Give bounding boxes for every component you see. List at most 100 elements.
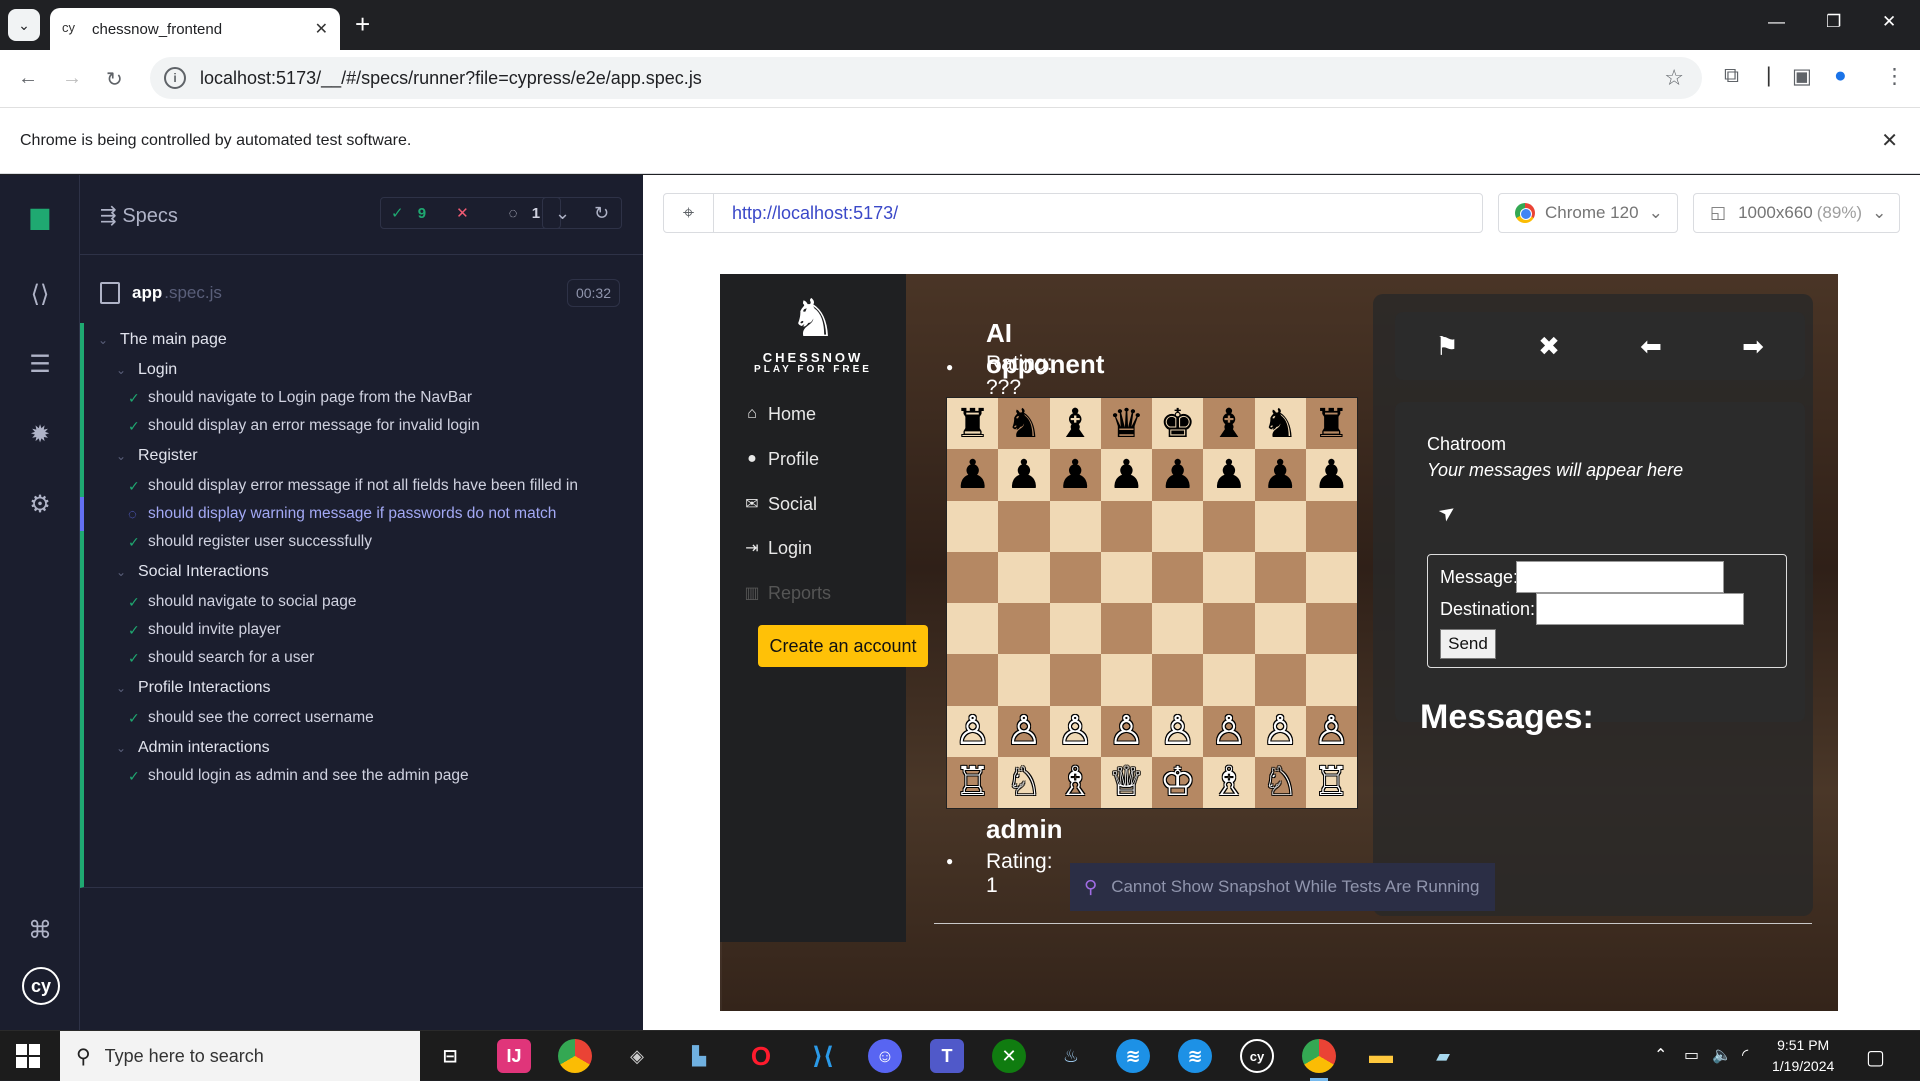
board-square[interactable]: [1305, 551, 1357, 603]
suite-row[interactable]: ⌄ Profile Interactions: [116, 671, 271, 705]
board-square[interactable]: [998, 654, 1050, 706]
black-piece[interactable]: ♟: [1108, 455, 1144, 495]
board-square[interactable]: [947, 500, 999, 552]
nav-reports[interactable]: ▥ Reports: [742, 578, 831, 608]
black-piece[interactable]: ♚: [1160, 404, 1196, 444]
board-square[interactable]: [1254, 551, 1306, 603]
board-square[interactable]: ♙: [1203, 705, 1255, 757]
chrome-active-icon[interactable]: [1302, 1039, 1336, 1081]
board-square[interactable]: ♟: [1254, 449, 1306, 501]
black-piece[interactable]: ♝: [1057, 404, 1093, 444]
aut-url[interactable]: http://localhost:5173/: [714, 203, 898, 224]
black-piece[interactable]: ♞: [1262, 404, 1298, 444]
profile-icon[interactable]: ●: [1834, 64, 1847, 88]
specs-toggle[interactable]: ⇶ Specs: [100, 203, 178, 228]
test-row[interactable]: ✓ should register user successfully: [128, 525, 372, 559]
nav-profile[interactable]: ● Profile: [742, 444, 819, 474]
opera-icon[interactable]: O: [744, 1039, 778, 1073]
board-square[interactable]: [1305, 603, 1357, 655]
board-square[interactable]: [1049, 603, 1101, 655]
board-square[interactable]: [998, 551, 1050, 603]
board-square[interactable]: [1152, 603, 1204, 655]
board-square[interactable]: ♝: [1203, 398, 1255, 450]
board-square[interactable]: [947, 551, 999, 603]
board-square[interactable]: [1203, 551, 1255, 603]
spec-file-row[interactable]: app .spec.js 00:32: [100, 275, 620, 311]
board-square[interactable]: ♙: [998, 705, 1050, 757]
board-square[interactable]: [1152, 654, 1204, 706]
board-square[interactable]: ♙: [1152, 705, 1204, 757]
steam-icon[interactable]: ♨: [1054, 1039, 1088, 1073]
black-piece[interactable]: ♞: [1006, 404, 1042, 444]
board-square[interactable]: ♝: [1049, 398, 1101, 450]
white-piece[interactable]: ♙: [1313, 711, 1349, 751]
black-piece[interactable]: ♟: [1006, 455, 1042, 495]
suite-row[interactable]: ⌄ Social Interactions: [116, 555, 269, 589]
board-square[interactable]: ♖: [947, 756, 999, 808]
nav-social[interactable]: ✉ Social: [742, 489, 817, 519]
board-square[interactable]: [1305, 500, 1357, 552]
nav-login[interactable]: ⇥ Login: [742, 533, 812, 563]
send-button[interactable]: Send: [1440, 629, 1496, 659]
notifications-icon[interactable]: ▢: [1866, 1045, 1885, 1070]
extensions-icon[interactable]: ⧉: [1724, 64, 1739, 88]
white-piece[interactable]: ♘: [1006, 762, 1042, 802]
specs-nav-icon[interactable]: ⟨⟩: [22, 277, 58, 313]
white-piece[interactable]: ♘: [1262, 762, 1298, 802]
runs-nav-icon[interactable]: ☰: [22, 347, 58, 383]
notepad-icon[interactable]: ▰: [1426, 1039, 1460, 1073]
board-square[interactable]: [947, 654, 999, 706]
black-piece[interactable]: ♟: [1057, 455, 1093, 495]
test-row[interactable]: ✓ should login as admin and see the admin…: [128, 759, 469, 793]
back-icon[interactable]: ←: [18, 67, 38, 90]
keyboard-shortcuts-icon[interactable]: ⌘: [22, 913, 58, 949]
board-square[interactable]: ♙: [1254, 705, 1306, 757]
unity-icon[interactable]: ◈: [620, 1039, 654, 1073]
destination-input[interactable]: [1536, 593, 1744, 625]
black-piece[interactable]: ♝: [1211, 404, 1247, 444]
black-piece[interactable]: ♟: [1313, 455, 1349, 495]
cypress-app-icon[interactable]: cy: [1240, 1039, 1274, 1073]
selector-playground-icon[interactable]: ⌖: [664, 194, 714, 232]
minimize-icon[interactable]: —: [1768, 12, 1785, 32]
board-square[interactable]: [1203, 654, 1255, 706]
file-explorer-icon[interactable]: ▬: [1364, 1039, 1398, 1073]
discord-icon[interactable]: ☺: [868, 1039, 902, 1073]
chevron-up-icon[interactable]: ⌃: [1654, 1045, 1667, 1065]
board-square[interactable]: [1100, 551, 1152, 603]
restore-icon[interactable]: ❐: [1826, 12, 1841, 32]
suite-row[interactable]: ⌄ Register: [116, 439, 198, 473]
black-piece[interactable]: ♜: [1313, 404, 1349, 444]
docker-icon[interactable]: ≋: [1116, 1039, 1150, 1073]
test-row[interactable]: ✓ should display an error message for inv…: [128, 409, 480, 443]
white-piece[interactable]: ♔: [1160, 762, 1196, 802]
suite-row[interactable]: ⌄ The main page: [98, 323, 227, 357]
task-view-icon[interactable]: ⊟: [433, 1039, 467, 1073]
board-square[interactable]: [1254, 500, 1306, 552]
vscode-icon[interactable]: ⟩⟨: [806, 1039, 840, 1073]
board-square[interactable]: ♞: [998, 398, 1050, 450]
board-square[interactable]: ♟: [1100, 449, 1152, 501]
board-square[interactable]: ♜: [947, 398, 999, 450]
volume-icon[interactable]: 🔈: [1712, 1045, 1732, 1065]
message-input[interactable]: [1516, 561, 1724, 593]
reload-icon[interactable]: ↻: [106, 67, 123, 92]
site-info-icon[interactable]: i: [164, 67, 186, 89]
viewport-select[interactable]: ◱ 1000x660 (89%) ⌄: [1693, 193, 1900, 233]
chrome-icon[interactable]: [558, 1039, 592, 1073]
black-piece[interactable]: ♛: [1108, 404, 1144, 444]
arrow-right-icon[interactable]: ➡: [1733, 330, 1773, 362]
wifi-icon[interactable]: ◜: [1742, 1045, 1748, 1065]
board-square[interactable]: ♙: [1100, 705, 1152, 757]
black-piece[interactable]: ♟: [1211, 455, 1247, 495]
board-square[interactable]: ♞: [1254, 398, 1306, 450]
bookmark-star-icon[interactable]: ☆: [1664, 65, 1684, 91]
paper-plane-icon[interactable]: ➤: [1433, 497, 1461, 527]
board-square[interactable]: ♟: [1152, 449, 1204, 501]
board-square[interactable]: ♘: [998, 756, 1050, 808]
create-account-button[interactable]: Create an account: [758, 625, 928, 667]
board-square[interactable]: ♚: [1152, 398, 1204, 450]
intellij-icon[interactable]: IJ: [497, 1039, 531, 1073]
white-piece[interactable]: ♙: [1160, 711, 1196, 751]
board-square[interactable]: [1203, 500, 1255, 552]
